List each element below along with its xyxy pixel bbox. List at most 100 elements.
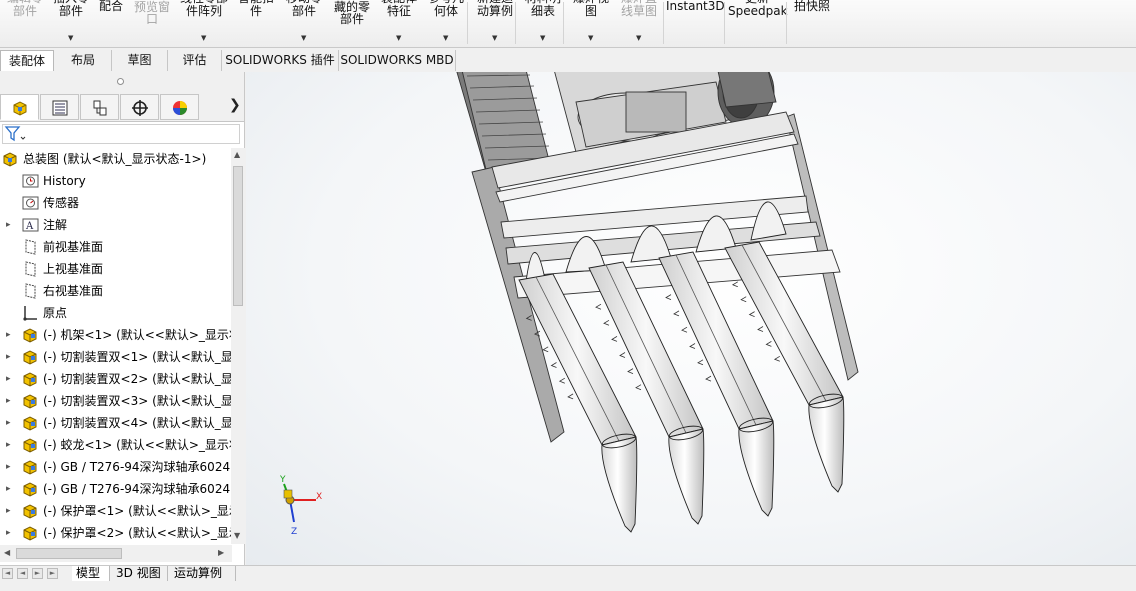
harvester-header-model[interactable]: X Y Z <box>246 72 1136 565</box>
scroll-left-arrow-icon[interactable]: ◀ <box>4 548 10 557</box>
ribbon-button-8[interactable]: 装配体 特征 ▼ <box>377 0 421 42</box>
ribbon-button-5[interactable]: 智能扣 件 <box>234 0 278 38</box>
horizontal-scroll-thumb[interactable] <box>16 548 122 559</box>
ribbon-button-12[interactable]: 爆炸视 图 ▼ <box>569 0 613 42</box>
dropdown-arrow-icon[interactable]: ▼ <box>636 32 641 45</box>
ribbon-button-7[interactable]: 显示隐 藏的零 部件 <box>330 0 374 34</box>
dynamic-annotation-icon[interactable] <box>638 72 658 74</box>
panel-more-chevron-icon[interactable]: ❯ <box>229 97 241 113</box>
zoom-area-icon[interactable] <box>560 72 580 74</box>
ribbon-button-15[interactable]: 更新 Speedpak <box>728 0 788 38</box>
tab-command-5[interactable]: SOLIDWORKS MBD <box>339 50 456 71</box>
expand-arrow-icon[interactable]: ▸ <box>6 214 11 236</box>
ribbon-button-label: 爆炸直 线草图 <box>620 0 657 18</box>
ribbon-button-14[interactable]: Instant3D <box>666 0 725 46</box>
tab-displaymanager[interactable] <box>160 94 199 120</box>
previous-view-icon[interactable] <box>588 72 608 74</box>
tab-bottom-0[interactable]: 模型 <box>72 566 110 581</box>
ribbon-button-10[interactable]: 新建运 动算例 ▼ <box>473 0 517 42</box>
ribbon-button-4[interactable]: 线性零部 件阵列 ▼ <box>176 0 232 42</box>
expand-arrow-icon[interactable]: ▸ <box>6 456 11 478</box>
tab-configurationmanager[interactable] <box>80 94 119 120</box>
expand-arrow-icon[interactable]: ▸ <box>6 522 11 544</box>
tree-vertical-scrollbar[interactable]: ▲ ▼ <box>231 148 245 544</box>
tree-item[interactable]: ▸ (-) 保护罩<1> (默认<<默认>_显示 <box>0 500 232 522</box>
hide-show-icon[interactable] <box>744 72 764 74</box>
next-tab-icon[interactable]: ► <box>32 568 43 579</box>
ribbon-button-0[interactable]: 编辑零 部件 <box>3 0 47 38</box>
scroll-right-arrow-icon[interactable]: ▶ <box>218 548 224 557</box>
tab-bottom-1[interactable]: 3D 视图 <box>112 566 168 581</box>
last-tab-icon[interactable]: ► <box>47 568 58 579</box>
tab-command-2[interactable]: 草图 <box>112 50 168 71</box>
expand-arrow-icon[interactable]: ▸ <box>6 368 11 390</box>
ribbon-button-2[interactable]: 配合 <box>96 0 126 46</box>
tree-filter-input[interactable] <box>2 124 240 144</box>
tab-featuremanager[interactable] <box>0 94 39 120</box>
apply-scene-icon[interactable] <box>802 72 822 74</box>
graphics-viewport[interactable]: X Y Z □ □ – ▣ <box>246 72 1136 565</box>
ribbon-button-16[interactable]: 拍快照 <box>792 0 832 46</box>
scroll-down-arrow-icon[interactable]: ▼ <box>234 531 240 540</box>
expand-arrow-icon[interactable]: ▸ <box>6 390 11 412</box>
ribbon-button-3[interactable]: 零部件 预览窗 口 <box>130 0 174 34</box>
expand-arrow-icon[interactable]: ▸ <box>6 500 11 522</box>
expand-arrow-icon[interactable]: ▸ <box>6 434 11 456</box>
expand-arrow-icon[interactable]: ▸ <box>6 412 11 434</box>
ribbon-button-6[interactable]: 移动零 部件 ▼ <box>281 0 327 42</box>
expand-arrow-icon[interactable]: ▸ <box>6 346 11 368</box>
ribbon-button-11[interactable]: 材料明 细表 ▼ <box>521 0 565 42</box>
ribbon-button-9[interactable]: 参考几 何体 ▼ <box>425 0 467 42</box>
tree-item[interactable]: 传感器 <box>0 192 232 214</box>
tree-item[interactable]: 上视基准面 <box>0 258 232 280</box>
dropdown-arrow-icon[interactable]: ▼ <box>540 32 545 45</box>
ribbon-button-13[interactable]: 爆炸直 线草图 ▼ <box>617 0 661 42</box>
display-style-icon[interactable] <box>696 72 716 74</box>
section-view-icon[interactable] <box>614 72 634 74</box>
panel-grip-handle[interactable] <box>117 78 124 85</box>
dropdown-arrow-icon[interactable]: ▼ <box>588 32 593 45</box>
scroll-up-arrow-icon[interactable]: ▲ <box>234 150 240 159</box>
vertical-scroll-thumb[interactable] <box>233 166 243 306</box>
plane-icon <box>22 239 39 255</box>
dropdown-arrow-icon[interactable]: ▼ <box>443 32 448 45</box>
prev-tab-icon[interactable]: ◄ <box>17 568 28 579</box>
tree-horizontal-scrollbar[interactable]: ◀ ▶ <box>0 545 232 562</box>
tab-command-0[interactable]: 装配体 <box>0 50 54 71</box>
edit-appearance-icon[interactable] <box>776 72 796 74</box>
tree-item[interactable]: 总装图 (默认<默认_显示状态-1>) <box>0 148 232 170</box>
tab-command-3[interactable]: 评估 <box>168 50 222 71</box>
zoom-to-fit-icon[interactable] <box>536 72 556 74</box>
tree-item[interactable]: ▸ A 注解 <box>0 214 232 236</box>
tree-item[interactable]: ▸ (-) 切割装置双<4> (默认<默认_显 <box>0 412 232 434</box>
tree-item[interactable]: ▸ (-) 切割装置双<3> (默认<默认_显 <box>0 390 232 412</box>
tree-item[interactable]: 右视基准面 <box>0 280 232 302</box>
tree-item[interactable]: ▸ (-) GB / T276-94深沟球轴承6024 <box>0 456 232 478</box>
dropdown-arrow-icon[interactable]: ▼ <box>396 32 401 45</box>
tree-item[interactable]: ▸ (-) 蛟龙<1> (默认<<默认>_显示状 <box>0 434 232 456</box>
expand-arrow-icon[interactable]: ▸ <box>6 324 11 346</box>
tree-item[interactable]: ▸ (-) GB / T276-94深沟球轴承6024 <box>0 478 232 500</box>
tab-bottom-2[interactable]: 运动算例 1 <box>170 566 236 591</box>
dropdown-arrow-icon[interactable]: ▼ <box>68 32 73 45</box>
tree-item[interactable]: ▸ (-) 切割装置双<1> (默认<默认_显 <box>0 346 232 368</box>
dropdown-arrow-icon[interactable]: ▼ <box>201 32 206 45</box>
tab-command-1[interactable]: 布局 <box>55 50 112 71</box>
command-tab-bar: 装配体 布局 草图 评估 SOLIDWORKS 插件 SOLIDWORKS MBD <box>0 49 1136 71</box>
tree-item[interactable]: History <box>0 170 232 192</box>
tab-command-4[interactable]: SOLIDWORKS 插件 <box>222 50 339 71</box>
expand-arrow-icon[interactable]: ▸ <box>6 478 11 500</box>
tree-item[interactable]: ▸ (-) 切割装置双<2> (默认<默认_显 <box>0 368 232 390</box>
ribbon-button-1[interactable]: 插入零 部件 ▼ <box>47 0 95 42</box>
tree-item[interactable]: 前视基准面 <box>0 236 232 258</box>
tree-item[interactable]: ▸ (-) 机架<1> (默认<<默认>_显示状 <box>0 324 232 346</box>
dropdown-arrow-icon[interactable]: ▼ <box>492 32 497 45</box>
tab-dimxpert[interactable] <box>120 94 159 120</box>
dropdown-arrow-icon[interactable]: ▼ <box>301 32 306 45</box>
tree-item[interactable]: ▸ (-) 保护罩<2> (默认<<默认>_显示 <box>0 522 232 544</box>
tab-propertymanager[interactable] <box>40 94 79 120</box>
view-orientation-icon[interactable] <box>664 72 684 74</box>
view-settings-icon[interactable] <box>842 72 862 74</box>
tree-item[interactable]: 原点 <box>0 302 232 324</box>
first-tab-icon[interactable]: ◄ <box>2 568 13 579</box>
